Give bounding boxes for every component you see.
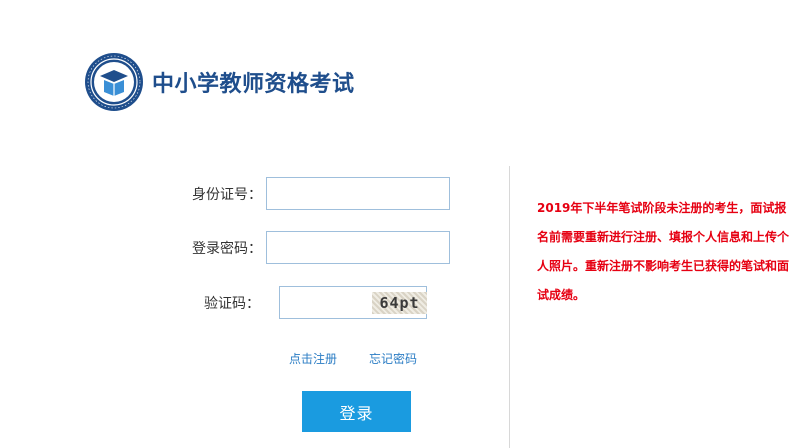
registration-notice: 2019年下半年笔试阶段未注册的考生，面试报名前需要重新进行注册、填报个人信息和… (537, 201, 790, 302)
teacher-qualification-emblem-icon (85, 53, 143, 111)
auth-links: 点击注册 忘记密码 (289, 350, 417, 367)
login-button[interactable]: 登录 (302, 391, 411, 432)
captcha-image[interactable]: 64pt (372, 292, 427, 314)
vertical-divider (509, 166, 510, 448)
id-number-input[interactable] (266, 177, 450, 210)
password-row: 登录密码： (150, 231, 450, 264)
captcha-label: 验证码： (204, 295, 260, 312)
password-label: 登录密码： (192, 240, 262, 257)
id-number-row: 身份证号： (150, 177, 450, 210)
register-link[interactable]: 点击注册 (289, 350, 337, 367)
login-page: 中小学教师资格考试 身份证号： 登录密码： 验证码： 64pt 点击注册 忘记密… (0, 0, 800, 448)
site-title: 中小学教师资格考试 (152, 72, 355, 97)
captcha-input[interactable] (280, 287, 370, 318)
captcha-row: 验证码： 64pt (150, 286, 427, 319)
forgot-password-link[interactable]: 忘记密码 (369, 350, 417, 367)
id-number-label: 身份证号： (192, 186, 262, 203)
captcha-field: 64pt (279, 286, 427, 319)
password-input[interactable] (266, 231, 450, 264)
site-header: 中小学教师资格考试 (84, 52, 355, 112)
